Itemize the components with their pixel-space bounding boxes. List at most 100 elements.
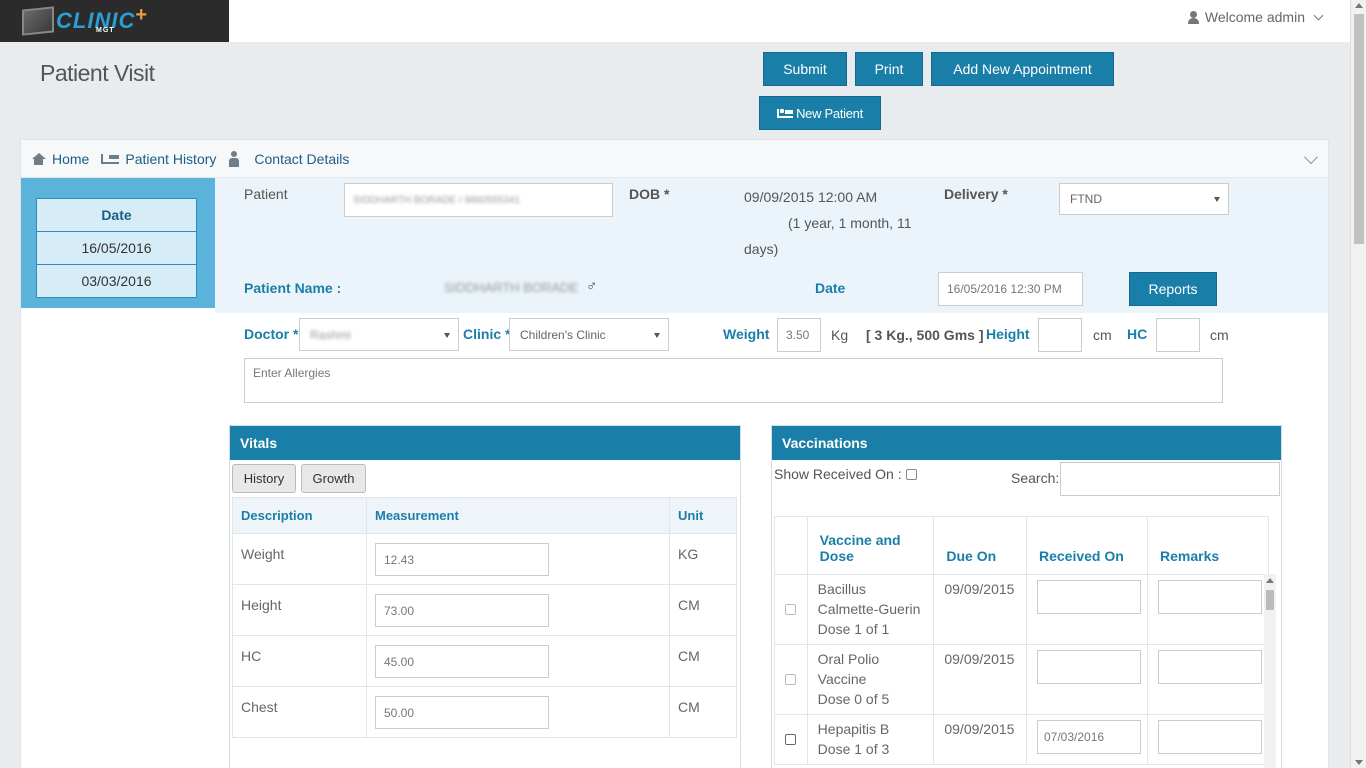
show-received-text: Show Received On :	[774, 466, 902, 482]
vaccine-name: Bacillus	[817, 581, 866, 597]
remarks-cell	[1147, 574, 1269, 645]
visit-date-input[interactable]: 16/05/2016 12:30 PM	[938, 272, 1083, 306]
scroll-thumb[interactable]	[1266, 590, 1274, 610]
vitals-table: Description Measurement Unit Weight 12.4…	[232, 497, 737, 738]
logo[interactable]: CLINIC + MGT	[0, 0, 229, 42]
vaccinations-scrollbar[interactable]	[1264, 574, 1276, 768]
doctor-select[interactable]: Rashmi	[299, 318, 459, 351]
date-header: Date	[36, 198, 197, 232]
vaccine-name-cell: Oral Polio Vaccine Dose 0 of 5	[806, 644, 935, 715]
weight-unit: Kg	[831, 327, 849, 343]
patient-label: Patient	[244, 186, 288, 202]
growth-tab[interactable]: Growth	[301, 464, 366, 493]
clinic-select[interactable]: Children's Clinic	[509, 318, 669, 351]
received-on-input[interactable]	[1036, 650, 1141, 684]
print-button[interactable]: Print	[855, 52, 923, 86]
vaccine-dose: Dose 1 of 1	[817, 621, 890, 637]
received-on-input[interactable]	[1036, 580, 1141, 614]
patient-name-label: Patient Name :	[244, 280, 342, 296]
visit-date-item[interactable]: 16/05/2016	[36, 231, 197, 265]
vital-unit: KG	[669, 533, 737, 585]
received-on-cell	[1025, 574, 1149, 645]
table-row: HC 45.00 CM	[232, 635, 737, 687]
breadcrumb-contact-label: Contact Details	[254, 150, 350, 167]
remarks-input[interactable]	[1158, 720, 1262, 754]
breadcrumb-patient-history[interactable]: Patient History	[101, 151, 216, 167]
add-appointment-button[interactable]: Add New Appointment	[931, 52, 1114, 86]
submit-button[interactable]: Submit	[763, 52, 847, 86]
breadcrumb-history-label: Patient History	[125, 150, 217, 167]
due-on: 09/09/2015	[933, 644, 1027, 715]
weight-label: Weight	[723, 326, 770, 342]
visit-date-item[interactable]: 03/03/2016	[36, 264, 197, 298]
vitals-title: Vitals	[230, 426, 740, 460]
breadcrumb-home-label: Home	[52, 150, 90, 167]
person-icon	[228, 150, 240, 167]
vital-measurement-input[interactable]: 12.43	[375, 543, 549, 576]
vital-measurement-input[interactable]: 50.00	[375, 696, 549, 729]
vaccine-name: Vaccine	[817, 671, 867, 687]
select-column-header	[774, 516, 808, 575]
allergies-textarea[interactable]: Enter Allergies	[244, 358, 1223, 403]
collapse-chevron-icon[interactable]	[1303, 149, 1319, 165]
clinic-value: Children's Clinic	[520, 327, 606, 342]
scroll-up-icon[interactable]	[1355, 3, 1363, 8]
delivery-label: Delivery *	[944, 186, 1008, 202]
user-menu[interactable]: Welcome admin	[1187, 9, 1324, 25]
new-patient-button[interactable]: New Patient	[759, 96, 881, 130]
history-tab[interactable]: History	[232, 464, 296, 493]
vital-unit: CM	[669, 635, 737, 687]
weight-input[interactable]: 3.50	[777, 318, 821, 352]
patient-search-input[interactable]: SIDDHARTH BORADE / 9860555341	[344, 183, 613, 217]
logo-plus-icon: +	[135, 3, 148, 26]
doctor-label: Doctor *	[244, 326, 299, 342]
remarks-cell	[1147, 714, 1269, 765]
vaccinations-title: Vaccinations	[772, 426, 1281, 460]
vital-measurement-input[interactable]: 45.00	[375, 645, 549, 678]
breadcrumb-home[interactable]: Home	[31, 151, 89, 167]
vital-description: Weight	[232, 533, 367, 585]
clinic-label: Clinic *	[463, 326, 511, 342]
top-bar: CLINIC + MGT Welcome admin	[0, 0, 1350, 42]
scroll-up-icon[interactable]	[1266, 578, 1274, 583]
height-unit: cm	[1093, 327, 1112, 343]
due-on: 09/09/2015	[933, 714, 1027, 765]
vital-unit: CM	[669, 584, 737, 636]
reports-button[interactable]: Reports	[1129, 272, 1217, 306]
delivery-select[interactable]: FTND	[1059, 183, 1229, 215]
show-received-checkbox[interactable]	[905, 469, 917, 480]
table-row: Chest 50.00 CM	[232, 686, 737, 738]
vaccine-search-input[interactable]	[1060, 462, 1280, 496]
search-label: Search:	[1011, 470, 1060, 486]
row-select-cell	[774, 644, 808, 715]
delivery-value: FTND	[1070, 192, 1102, 206]
breadcrumb-contact-details[interactable]: Contact Details	[228, 150, 350, 167]
vaccine-dose: Dose 1 of 3	[817, 741, 890, 757]
remarks-cell	[1147, 644, 1269, 715]
hc-input[interactable]	[1156, 318, 1200, 352]
show-received-label: Show Received On :	[774, 466, 917, 482]
height-label: Height	[986, 326, 1030, 342]
remarks-input[interactable]	[1158, 650, 1262, 684]
remarks-input[interactable]	[1158, 580, 1262, 614]
received-on-cell: 07/03/2016	[1025, 714, 1149, 765]
page-scrollbar[interactable]	[1350, 0, 1366, 768]
hc-label: HC	[1127, 326, 1148, 342]
column-header: Vaccine and Dose	[806, 516, 935, 575]
height-input[interactable]	[1038, 318, 1082, 352]
vital-unit: CM	[669, 686, 737, 738]
weight-value: 3.50	[786, 328, 810, 342]
row-checkbox[interactable]	[785, 733, 797, 745]
vital-description: HC	[232, 635, 367, 687]
received-on-input[interactable]: 07/03/2016	[1036, 720, 1141, 754]
age-line-2: days)	[744, 241, 779, 257]
row-checkbox[interactable]	[785, 673, 797, 685]
row-checkbox[interactable]	[785, 603, 797, 615]
scroll-thumb[interactable]	[1354, 14, 1364, 244]
scroll-down-icon[interactable]	[1355, 760, 1363, 765]
user-icon	[1187, 10, 1199, 24]
patient-name-value: SIDDHARTH BORADE	[444, 280, 579, 295]
allergies-placeholder: Enter Allergies	[253, 366, 331, 380]
vital-measurement-cell: 50.00	[366, 686, 670, 738]
vital-measurement-input[interactable]: 73.00	[375, 594, 549, 627]
